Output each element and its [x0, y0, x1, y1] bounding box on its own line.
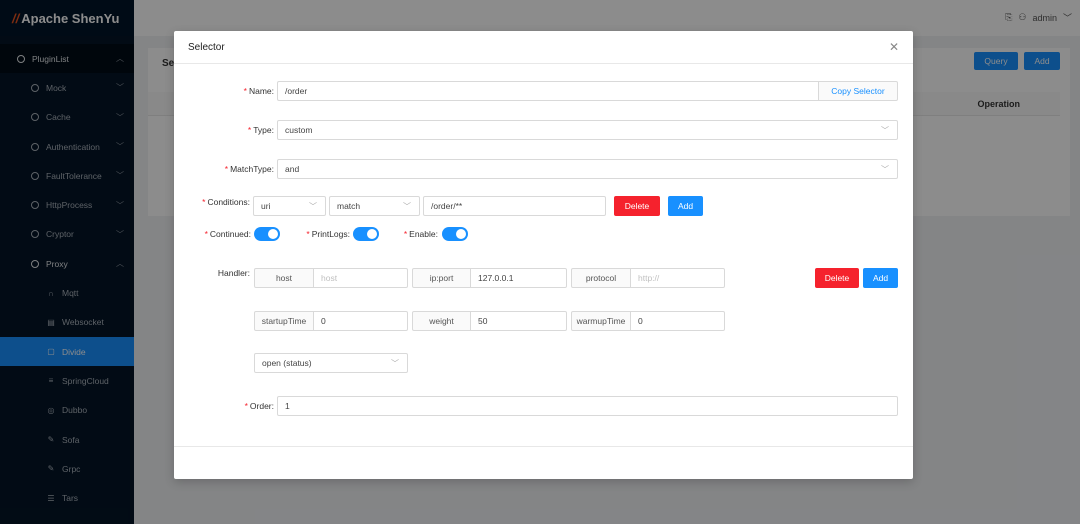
order-label: * Order: [244, 401, 274, 411]
name-input[interactable]: /order [277, 81, 819, 101]
chevron-down-icon: ﹀ [881, 126, 889, 135]
type-select[interactable]: custom ﹀ [277, 120, 898, 140]
startuptime-addon: startupTime [254, 311, 314, 331]
enable-label: * Enable: [403, 229, 438, 239]
warmuptime-addon: warmupTime [571, 311, 631, 331]
warmuptime-input[interactable]: 0 [630, 311, 725, 331]
chevron-down-icon: ﹀ [391, 359, 399, 368]
condition-value-input[interactable]: /order/** [423, 196, 606, 216]
conditions-label: * Conditions: [202, 197, 250, 207]
chevron-down-icon: ﹀ [403, 202, 411, 211]
handler-add-button[interactable]: Add [863, 268, 898, 288]
copy-selector-button[interactable]: Copy Selector [818, 81, 898, 101]
name-label: * Name: [243, 86, 274, 96]
type-label: * Type: [247, 125, 274, 135]
condition-operator-select[interactable]: match ﹀ [329, 196, 420, 216]
matchtype-label: * MatchType: [224, 164, 274, 174]
selector-modal: Selector ✕ * Name: /order Copy Selector *… [174, 31, 913, 479]
matchtype-select[interactable]: and ﹀ [277, 159, 898, 179]
continued-label: * Continued: [204, 229, 251, 239]
modal-footer [174, 446, 913, 479]
status-select[interactable]: open (status) ﹀ [254, 353, 408, 373]
condition-param-select[interactable]: uri ﹀ [253, 196, 326, 216]
protocol-addon: protocol [571, 268, 631, 288]
modal-title: Selector [188, 41, 225, 53]
enable-switch[interactable] [442, 227, 468, 241]
ipport-addon: ip:port [412, 268, 471, 288]
order-input[interactable]: 1 [277, 396, 898, 416]
chevron-down-icon: ﹀ [309, 202, 317, 211]
protocol-input[interactable]: http:// [630, 268, 725, 288]
printlogs-label: * PrintLogs: [306, 229, 350, 239]
condition-add-button[interactable]: Add [668, 196, 703, 216]
host-addon: host [254, 268, 314, 288]
condition-delete-button[interactable]: Delete [614, 196, 660, 216]
close-icon[interactable]: ✕ [889, 40, 899, 54]
handler-label: Handler: [217, 268, 250, 278]
handler-delete-button[interactable]: Delete [815, 268, 859, 288]
printlogs-switch[interactable] [353, 227, 379, 241]
weight-addon: weight [412, 311, 471, 331]
weight-input[interactable]: 50 [470, 311, 567, 331]
startuptime-input[interactable]: 0 [313, 311, 408, 331]
host-input[interactable]: host [313, 268, 408, 288]
chevron-down-icon: ﹀ [881, 165, 889, 174]
ipport-input[interactable]: 127.0.0.1 [470, 268, 567, 288]
continued-switch[interactable] [254, 227, 280, 241]
